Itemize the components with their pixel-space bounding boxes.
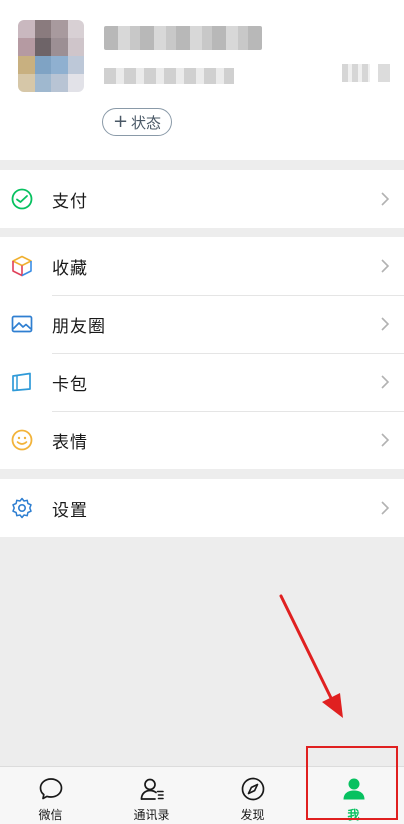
tab-label: 微信 xyxy=(38,808,63,822)
tab-label: 我 xyxy=(347,808,360,822)
tab-label: 发现 xyxy=(240,808,265,822)
profile-header[interactable]: + 状态 xyxy=(0,0,404,160)
chevron-right-icon xyxy=(381,259,390,273)
pay-group: 支付 xyxy=(0,170,404,228)
menu-item-label: 设置 xyxy=(52,500,88,521)
tab-chats[interactable]: 微信 xyxy=(0,767,101,824)
chevron-right-icon xyxy=(381,501,390,515)
chevron-right-icon xyxy=(381,317,390,331)
cube-icon xyxy=(12,255,32,277)
menu-item-pay[interactable]: 支付 xyxy=(0,170,404,228)
chevron-right-icon xyxy=(381,433,390,447)
tab-me[interactable]: 我 xyxy=(303,767,404,824)
gear-icon xyxy=(12,497,32,519)
plus-icon: + xyxy=(112,110,129,132)
wechat-id-blurred xyxy=(104,68,234,84)
tab-discover[interactable]: 发现 xyxy=(202,767,303,824)
card-icon xyxy=(12,372,31,392)
nickname-blurred xyxy=(104,26,262,50)
tab-contacts[interactable]: 通讯录 xyxy=(101,767,202,824)
tab-label: 通讯录 xyxy=(133,808,170,822)
bottom-tab-bar: 微信 通讯录 发现 我 xyxy=(0,766,404,824)
menu-item-label: 朋友圈 xyxy=(52,316,106,337)
qr-code-icon[interactable] xyxy=(342,64,370,82)
menu-item-stickers[interactable]: 表情 xyxy=(0,411,404,469)
menu-item-label: 支付 xyxy=(52,191,88,212)
status-label: 状态 xyxy=(131,113,162,132)
menu-item-label: 收藏 xyxy=(52,258,88,279)
chevron-right-icon xyxy=(381,375,390,389)
menu-item-label: 表情 xyxy=(52,432,88,453)
profile-chevron-icon xyxy=(378,64,390,82)
menu-item-settings[interactable]: 设置 xyxy=(0,479,404,537)
compass-icon xyxy=(241,777,264,801)
chevron-right-icon xyxy=(381,192,390,206)
settings-group: 设置 xyxy=(0,479,404,537)
smiley-icon xyxy=(11,429,33,451)
menu-item-cards[interactable]: 卡包 xyxy=(0,353,404,411)
menu-item-moments[interactable]: 朋友圈 xyxy=(0,295,404,353)
menu-item-favorites[interactable]: 收藏 xyxy=(0,237,404,295)
avatar[interactable] xyxy=(18,20,84,92)
menu-item-label: 卡包 xyxy=(52,374,88,395)
person-icon xyxy=(343,778,364,800)
add-status-button[interactable]: + 状态 xyxy=(102,108,172,136)
contacts-icon xyxy=(140,778,164,800)
image-icon xyxy=(11,315,33,333)
chat-bubble-icon xyxy=(39,778,62,800)
main-group: 收藏 朋友圈 卡包 表情 xyxy=(0,237,404,469)
wallet-icon xyxy=(11,188,33,210)
